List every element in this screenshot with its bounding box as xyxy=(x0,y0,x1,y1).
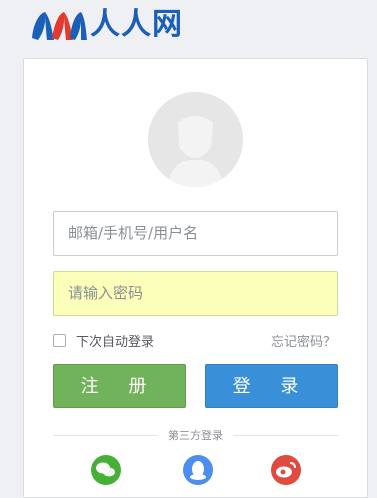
renren-logo-icon xyxy=(30,8,88,42)
remember-me[interactable]: 下次自动登录 xyxy=(53,331,154,350)
username-input[interactable]: 邮箱/手机号/用户名 xyxy=(53,211,338,256)
register-button[interactable]: 注 册 xyxy=(53,364,186,408)
remember-checkbox[interactable] xyxy=(53,334,66,347)
remember-label: 下次自动登录 xyxy=(76,335,155,350)
password-placeholder: 请输入密码 xyxy=(68,284,144,302)
third-party-label: 第三方登录 xyxy=(168,429,223,442)
brand-logo: 人人网 xyxy=(30,6,183,44)
login-button[interactable]: 登 录 xyxy=(205,364,338,408)
weibo-icon[interactable] xyxy=(271,455,301,485)
divider-line-right xyxy=(233,434,338,436)
username-placeholder: 邮箱/手机号/用户名 xyxy=(68,224,199,242)
wechat-icon[interactable] xyxy=(91,455,121,485)
qq-icon[interactable] xyxy=(183,455,213,485)
default-avatar xyxy=(148,92,243,187)
forgot-password-link[interactable]: 忘记密码？ xyxy=(271,331,336,350)
password-input[interactable]: 请输入密码 xyxy=(53,271,338,316)
divider-line-left xyxy=(53,434,158,436)
third-party-divider: 第三方登录 xyxy=(53,428,338,442)
brand-name: 人人网 xyxy=(90,7,183,42)
